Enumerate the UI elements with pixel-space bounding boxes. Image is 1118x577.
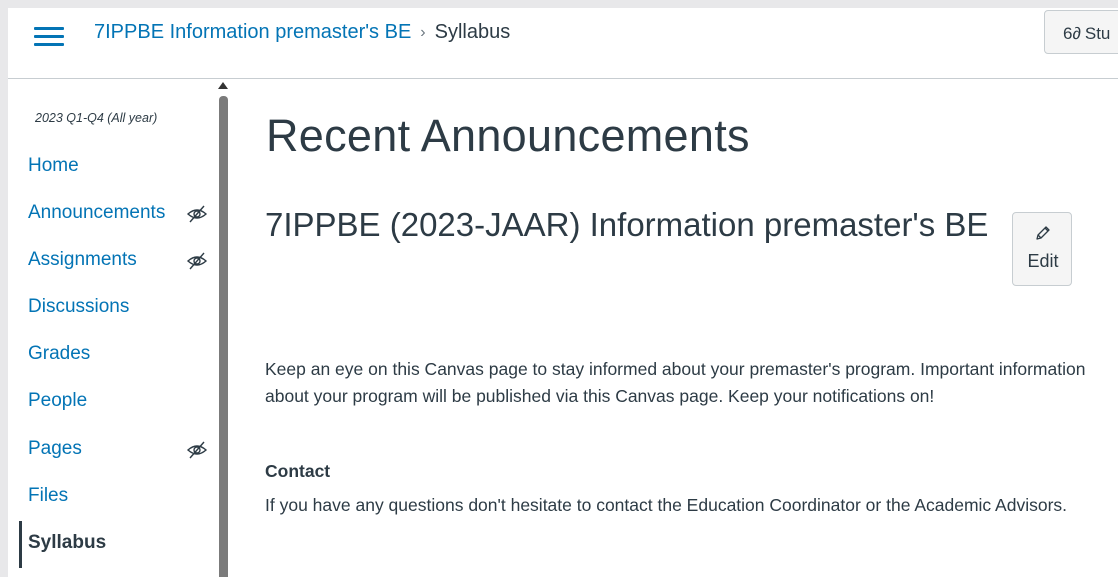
hidden-from-students-icon bbox=[186, 204, 208, 224]
sidebar-item-grades: Grades bbox=[28, 332, 213, 379]
window-frame-left bbox=[0, 0, 8, 577]
sidebar-item-syllabus: Syllabus bbox=[19, 520, 213, 568]
hidden-from-students-icon bbox=[186, 440, 208, 460]
window-frame-top bbox=[0, 0, 1118, 8]
sidebar-item-announcements: Announcements bbox=[28, 191, 213, 238]
edit-button[interactable]: Edit bbox=[1012, 212, 1072, 286]
sidebar-link-announcements[interactable]: Announcements bbox=[28, 202, 165, 224]
breadcrumb-course-link[interactable]: 7IPPBE Information premaster's BE bbox=[94, 21, 411, 43]
breadcrumb-current: Syllabus bbox=[434, 21, 511, 43]
sidebar-link-syllabus[interactable]: Syllabus bbox=[28, 532, 106, 554]
sidebar-link-people[interactable]: People bbox=[28, 390, 87, 412]
scrollbar-thumb[interactable] bbox=[219, 96, 228, 577]
sidebar-link-pages[interactable]: Pages bbox=[28, 438, 82, 460]
menu-icon[interactable] bbox=[34, 27, 64, 47]
glasses-icon: 6∂ bbox=[1063, 24, 1081, 43]
sidebar-link-assignments[interactable]: Assignments bbox=[28, 249, 137, 271]
contact-heading: Contact bbox=[265, 461, 331, 481]
course-header: 7IPPBE Information premaster's BE › Syllab… bbox=[8, 8, 1118, 79]
contact-text: If you have any questions don't hesitate… bbox=[265, 495, 1068, 515]
student-view-button[interactable]: 6∂ Stu bbox=[1044, 10, 1118, 54]
course-navigation: Home Announcements Assignments Discussions G… bbox=[19, 144, 213, 568]
sidebar-item-assignments: Assignments bbox=[28, 238, 213, 285]
sidebar-item-pages: Pages bbox=[28, 427, 213, 474]
sidebar-item-discussions: Discussions bbox=[28, 285, 213, 332]
edit-label: Edit bbox=[1027, 251, 1059, 271]
pencil-icon bbox=[1036, 226, 1050, 240]
hidden-from-students-icon bbox=[186, 251, 208, 271]
sidebar-link-files[interactable]: Files bbox=[28, 485, 68, 507]
active-indicator bbox=[19, 520, 22, 568]
breadcrumb-separator-icon: › bbox=[420, 24, 426, 41]
sidebar-link-discussions[interactable]: Discussions bbox=[28, 296, 129, 318]
page-title: Recent Announcements bbox=[266, 110, 750, 161]
sidebar-link-home[interactable]: Home bbox=[28, 155, 79, 177]
breadcrumb: 7IPPBE Information premaster's BE › Syllab… bbox=[94, 19, 510, 47]
sidebar-link-grades[interactable]: Grades bbox=[28, 343, 90, 365]
sidebar-item-files: Files bbox=[28, 474, 213, 521]
intro-text: Keep an eye on this Canvas page to stay … bbox=[265, 359, 1086, 407]
sidebar-item-people: People bbox=[28, 379, 213, 426]
course-title: 7IPPBE (2023-JAAR) Information premaster… bbox=[265, 206, 989, 243]
student-view-label: Stu bbox=[1084, 24, 1111, 43]
term-label: 2023 Q1-Q4 (All year) bbox=[35, 111, 158, 125]
sidebar-item-home: Home bbox=[28, 144, 213, 191]
scroll-up-arrow-icon[interactable] bbox=[218, 82, 228, 89]
